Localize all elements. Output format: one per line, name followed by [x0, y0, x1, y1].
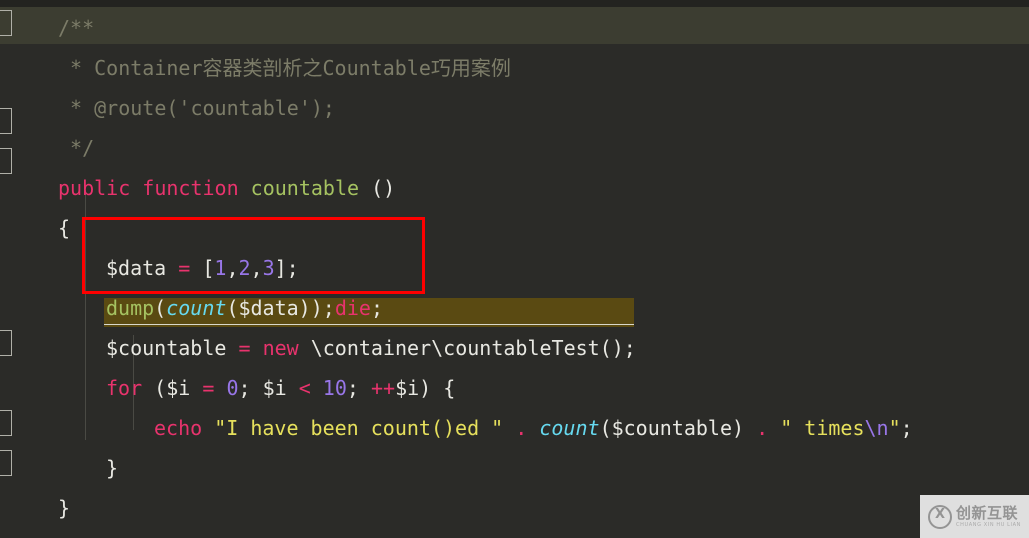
code-token: count — [539, 416, 600, 440]
code-token: . — [515, 416, 528, 440]
code-token: dump — [106, 296, 155, 320]
code-token: = — [178, 256, 191, 280]
code-token: () — [359, 176, 396, 200]
watermark: 创新互联 CHUANG XIN HU LIAN — [920, 495, 1029, 538]
code-token: [ — [190, 256, 215, 280]
code-token: ++ — [370, 376, 396, 400]
code-token: ; — [900, 416, 913, 440]
code-token: ($countable) — [599, 416, 745, 440]
code-token: for — [106, 376, 143, 400]
code-line[interactable]: } — [106, 448, 118, 488]
code-token: 10 — [322, 376, 347, 400]
code-token: countable — [250, 176, 360, 200]
code-line[interactable]: echo "I have been count()ed " . count($c… — [154, 408, 913, 448]
code-token: { — [58, 216, 71, 240]
code-token: 2 — [238, 256, 251, 280]
code-token: * @route('countable'); — [58, 96, 335, 120]
code-token: = — [238, 336, 251, 360]
code-token: echo — [154, 416, 203, 440]
code-token: ( — [154, 296, 167, 320]
watermark-cn: 创新互联 — [956, 503, 1019, 522]
code-token: die — [334, 296, 371, 320]
code-token: , — [226, 256, 239, 280]
code-line[interactable]: { — [58, 208, 70, 248]
code-line[interactable]: * Container容器类剖析之Countable巧用案例 — [58, 48, 511, 88]
code-token: ; — [370, 296, 383, 320]
code-line[interactable]: public function countable () — [58, 168, 395, 208]
circled-x-logo-icon — [928, 504, 952, 529]
code-line[interactable]: dump(count($data));die; — [106, 288, 383, 328]
code-token: /** — [58, 16, 95, 40]
code-token: */ — [58, 136, 95, 160]
code-token: = — [202, 376, 215, 400]
code-token: * Container容器类剖析之Countable巧用案例 — [58, 56, 511, 80]
code-line[interactable]: */ — [58, 128, 94, 168]
code-token: } — [58, 496, 71, 520]
code-line[interactable]: } — [58, 488, 70, 528]
code-token: \n — [864, 416, 889, 440]
code-token: function — [142, 176, 239, 200]
code-token: " — [888, 416, 901, 440]
code-token: $countable — [106, 336, 227, 360]
code-line[interactable]: * @route('countable'); — [58, 88, 335, 128]
code-line[interactable]: /** — [58, 8, 94, 48]
code-token: , — [250, 256, 263, 280]
code-editor[interactable]: /** * Container容器类剖析之Countable巧用案例 * @ro… — [0, 0, 1029, 538]
code-token: count — [166, 296, 227, 320]
watermark-en: CHUANG XIN HU LIAN — [956, 521, 1021, 528]
code-token: $i) { — [395, 376, 456, 400]
code-line[interactable]: } — [10, 528, 22, 538]
code-token: ($i — [142, 376, 203, 400]
watermark-text: 创新互联 CHUANG XIN HU LIAN — [956, 503, 1021, 528]
code-line[interactable]: $countable = new \container\countableTes… — [106, 328, 636, 368]
code-token: "I have been count()ed " — [214, 416, 504, 440]
code-token: } — [106, 456, 119, 480]
code-token: 0 — [226, 376, 239, 400]
code-token: \container\countableTest(); — [298, 336, 636, 360]
code-line[interactable]: $data = [1,2,3]; — [106, 248, 299, 288]
code-text-layer[interactable]: /** * Container容器类剖析之Countable巧用案例 * @ro… — [0, 0, 1029, 538]
code-token: ($data)); — [226, 296, 335, 320]
code-token: ]; — [274, 256, 299, 280]
code-token: public — [58, 176, 131, 200]
code-token: . — [756, 416, 769, 440]
code-token: ; $i — [238, 376, 299, 400]
code-token: ; — [346, 376, 371, 400]
code-line[interactable]: for ($i = 0; $i < 10; ++$i) { — [106, 368, 455, 408]
code-token: 3 — [262, 256, 275, 280]
code-token: 1 — [214, 256, 227, 280]
code-token: < — [298, 376, 311, 400]
code-token: $data — [106, 256, 167, 280]
code-token: " times — [780, 416, 865, 440]
code-token: new — [262, 336, 299, 360]
